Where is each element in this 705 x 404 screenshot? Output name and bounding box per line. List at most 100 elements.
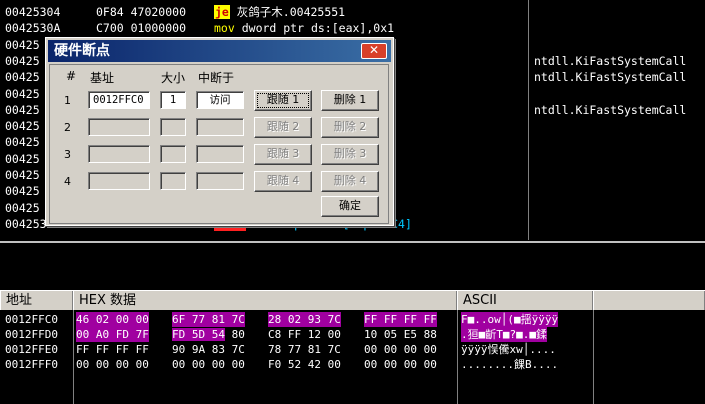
disasm-address: 00425 [5,184,40,199]
breakpoint-size-field[interactable] [160,118,186,136]
dump-ascii: ÿÿÿÿ悮儯xw│.... [461,343,556,356]
breakpoint-address-field[interactable]: 0012FFC0 [88,91,150,109]
disasm-instruction: mov dword ptr ds:[eax],0x1 [214,20,394,36]
breakpoint-size-field[interactable]: 1 [160,91,186,109]
disasm-address: 00425 [5,70,40,85]
disasm-comment: ntdll.KiFastSystemCall [534,102,687,117]
dump-hex-group: 00 A0 FD 7F [76,327,149,342]
dump-address: 0012FFC0 [5,313,58,326]
dump-hex-highlight: FD 5D 54 [172,328,225,341]
disasm-address: 00425304 [5,5,61,19]
disasm-row[interactable]: 0042530A C700 01000000 mov dword ptr ds:[e… [0,20,705,36]
dump-hex-group: FD 5D 54 80 [172,328,245,341]
dump-hex-group: F0 52 42 00 [268,358,341,371]
delete-button-1[interactable]: 删除 1 [321,90,379,111]
breakpoint-size-field[interactable] [160,172,186,190]
breakpoint-address-field[interactable] [88,172,150,190]
comment-column-separator [528,0,529,240]
dump-address: 0012FFF0 [5,358,58,371]
header-break-on: 中断于 [198,71,235,85]
follow-button-3[interactable]: 跟随 3 [254,144,312,165]
info-pane[interactable] [0,241,705,289]
dump-address: 0012FFE0 [5,343,58,356]
disasm-address: 00425 [5,37,40,52]
breakpoint-address-field[interactable] [88,118,150,136]
disasm-opcode: mov [214,21,235,36]
dump-divider-ascii [593,310,594,404]
memory-dump-pane[interactable]: 0012FFC0 46 02 00 00 6F 77 81 7C 28 02 93 7… [0,310,705,404]
dump-header-blank [593,291,705,311]
dump-hex-group: FF FF FF FF [76,343,149,356]
dump-divider-address [73,310,74,404]
disasm-instruction: je 灰鸽子木.00425551 [214,4,345,20]
delete-button-3[interactable]: 删除 3 [321,144,379,165]
dump-divider-hex [457,310,458,404]
dump-hex-group: 10 05 E5 88 [364,328,437,341]
disasm-address: 00425 [5,86,40,101]
dump-address: 0012FFD0 [5,328,58,341]
close-icon: ✕ [368,43,380,57]
dialog-title: 硬件断点 [54,43,110,59]
header-num: # [66,69,77,83]
dialog-body: # 基址 大小 中断于 1 0012FFC0 1 访问 跟随 1 删除 1 2 跟随 2 删除 … [49,64,389,224]
dump-hex-group: 00 00 00 00 [364,343,437,356]
dump-ascii: ........餜B.... [461,358,559,371]
dump-hex-group: C8 FF 12 00 [268,328,341,341]
breakpoint-break-on-field[interactable]: 访问 [196,91,244,109]
dump-header-hex[interactable]: HEX 数据 [73,291,457,311]
disasm-address: 00425 [5,53,40,68]
disasm-address: 00425 [5,168,40,182]
close-button[interactable]: ✕ [361,43,387,59]
dump-row[interactable]: 0012FFD0 00 A0 FD 7F FD 5D 54 80 C8 FF 12 0… [0,327,705,342]
hardware-breakpoints-dialog: 硬件断点 ✕ # 基址 大小 中断于 1 0012FFC0 1 访问 跟随 1 删除 1 2… [45,37,394,226]
breakpoint-break-on-field[interactable] [196,118,244,136]
disasm-hex: 0F84 47020000 [96,5,187,19]
disasm-address: 00425 [5,135,40,150]
disasm-operands: 灰鸽子木.00425551 [236,5,346,19]
dump-hex-group: 90 9A 83 7C [172,343,245,356]
ok-button[interactable]: 确定 [321,196,379,217]
breakpoint-num: 4 [64,175,71,188]
follow-button-1[interactable]: 跟随 1 [254,90,312,111]
disasm-address: 00425 [5,200,40,215]
disasm-address: 00425 [5,119,40,134]
dump-hex-group: 6F 77 81 7C [172,312,245,327]
disasm-hex: C700 01000000 [96,21,187,36]
disasm-comment: ntdll.KiFastSystemCall [534,70,687,85]
follow-button-4[interactable]: 跟随 4 [254,171,312,192]
breakpoint-address-field[interactable] [88,145,150,163]
dump-row[interactable]: 0012FFC0 46 02 00 00 6F 77 81 7C 28 02 93 7… [0,312,705,327]
dump-row[interactable]: 0012FFF0 00 00 00 00 00 00 00 00 F0 52 42 0… [0,357,705,372]
breakpoint-size-field[interactable] [160,145,186,163]
breakpoint-break-on-field[interactable] [196,145,244,163]
disasm-opcode: je [214,5,230,19]
dump-header-ascii[interactable]: ASCII [457,291,593,311]
disasm-operands: dword ptr ds:[eax],0x1 [241,21,395,36]
disasm-address: 0042530A [5,21,61,36]
breakpoint-num: 2 [64,121,71,134]
disasm-comment: ntdll.KiFastSystemCall [534,53,687,68]
header-size: 大小 [161,71,186,85]
dump-hex-group: 00 00 00 00 [76,358,149,371]
dump-row[interactable]: 0012FFE0 FF FF FF FF 90 9A 83 7C 78 77 81 7… [0,342,705,357]
dump-hex-group: 28 02 93 7C [268,312,341,327]
delete-button-4[interactable]: 删除 4 [321,171,379,192]
breakpoint-num: 1 [64,94,71,107]
disasm-address: 00425 [5,151,40,166]
disasm-row[interactable]: 00425304 0F84 47020000 je 灰鸽子木.00425551 [0,4,705,20]
dump-ascii: .狟■齗T■?■.■鍒 [461,327,547,342]
dump-header-address[interactable]: 地址 [0,291,73,311]
dump-hex-group: 00 00 00 00 [172,358,245,371]
dump-hex-group: 46 02 00 00 [76,312,149,327]
dump-hex-group: 00 00 00 00 [364,358,437,371]
breakpoint-num: 3 [64,148,71,161]
dump-ascii: F■..ow│(■揺ÿÿÿÿ [461,312,559,327]
dialog-titlebar[interactable]: 硬件断点 ✕ [48,40,391,62]
dump-hex-group: 78 77 81 7C [268,343,341,356]
header-address: 基址 [90,71,115,85]
delete-button-2[interactable]: 删除 2 [321,117,379,138]
disasm-address: 00425 [5,102,40,117]
breakpoint-break-on-field[interactable] [196,172,244,190]
dump-hex-group: FF FF FF FF [364,312,437,327]
follow-button-2[interactable]: 跟随 2 [254,117,312,138]
